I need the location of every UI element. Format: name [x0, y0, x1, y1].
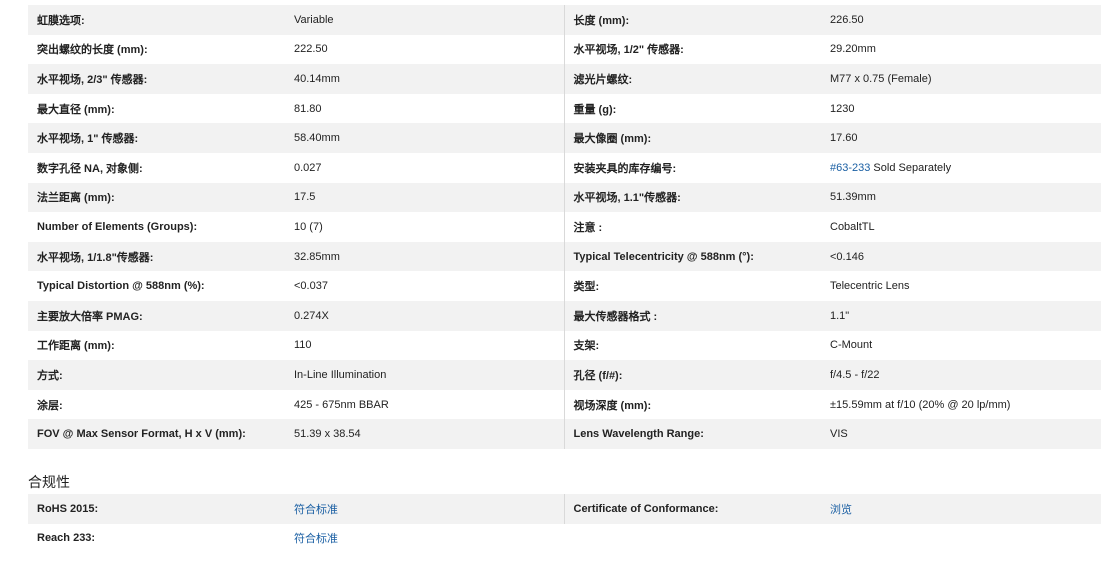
spec-value: <0.146	[830, 241, 1101, 272]
spec-value: In-Line Illumination	[294, 360, 564, 390]
spec-row: 方式: In-Line Illumination 孔径 (f/#): f/4.5 - …	[28, 360, 1101, 390]
spec-label: 涂层:	[28, 389, 294, 420]
spec-label: Typical Telecentricity @ 588nm (°):	[563, 241, 830, 272]
spec-label: 孔径 (f/#):	[563, 360, 830, 390]
spec-value: Telecentric Lens	[830, 271, 1101, 301]
compliance-label: Certificate of Conformance:	[563, 494, 830, 524]
compliance-link[interactable]: 符合标准	[294, 533, 338, 545]
specs-table-container: 虹膜选项: Variable 长度 (mm): 226.50 突出螺纹的长度 (mm):…	[28, 5, 1101, 449]
spec-value: 81.80	[294, 93, 564, 124]
spec-row: 工作距离 (mm): 110 支架: C-Mount	[28, 330, 1101, 361]
spec-label: 水平视场, 1.1"传感器:	[563, 182, 830, 213]
spec-label: 重量 (g):	[563, 93, 830, 124]
spec-label: 水平视场, 1" 传感器:	[28, 123, 294, 153]
spec-label: 支架:	[563, 330, 830, 361]
spec-value: 51.39mm	[830, 182, 1101, 213]
spec-label: 类型:	[563, 271, 830, 301]
compliance-table-container: RoHS 2015: 符合标准 Certificate of Conformance…	[28, 494, 1101, 553]
spec-label: 最大像圈 (mm):	[563, 123, 830, 153]
spec-label: 长度 (mm):	[563, 5, 830, 35]
spec-value: 32.85mm	[294, 241, 564, 272]
spec-label: 虹膜选项:	[28, 5, 294, 35]
spec-value: 222.50	[294, 34, 564, 65]
specs-table: 虹膜选项: Variable 长度 (mm): 226.50 突出螺纹的长度 (mm):…	[28, 5, 1101, 449]
spec-value: 29.20mm	[830, 34, 1101, 65]
spec-label: 数字孔径 NA, 对象侧:	[28, 152, 294, 183]
spec-value: 40.14mm	[294, 64, 564, 94]
spec-label: 水平视场, 1/2" 传感器:	[563, 34, 830, 65]
spec-value: ±15.59mm at f/10 (20% @ 20 lp/mm)	[830, 389, 1101, 420]
spec-value: 10 (7)	[294, 212, 564, 242]
spec-value: 226.50	[830, 5, 1101, 35]
spec-label: 最大传感器格式 :	[563, 300, 830, 331]
spec-row: 涂层: 425 - 675nm BBAR 视场深度 (mm): ±15.59mm at…	[28, 389, 1101, 420]
spec-value: 110	[294, 330, 564, 361]
spec-row: Typical Distortion @ 588nm (%): <0.037 类型:…	[28, 271, 1101, 301]
compliance-value: 浏览	[830, 494, 1101, 524]
spec-row: 最大直径 (mm): 81.80 重量 (g): 1230	[28, 93, 1101, 124]
spec-value: #63-233 Sold Separately	[830, 152, 1101, 183]
spec-row: 水平视场, 1" 传感器: 58.40mm 最大像圈 (mm): 17.60	[28, 123, 1101, 153]
spec-row: Number of Elements (Groups): 10 (7) 注意 : Co…	[28, 212, 1101, 242]
spec-value: 425 - 675nm BBAR	[294, 389, 564, 420]
spec-value: Variable	[294, 5, 564, 35]
spec-value: 0.027	[294, 152, 564, 183]
spec-row: 突出螺纹的长度 (mm): 222.50 水平视场, 1/2" 传感器: 29.20m…	[28, 34, 1101, 65]
spec-value: 17.5	[294, 182, 564, 213]
spec-row: 水平视场, 2/3" 传感器: 40.14mm 滤光片螺纹: M77 x 0.75 (…	[28, 64, 1101, 94]
spec-value: M77 x 0.75 (Female)	[830, 64, 1101, 94]
spec-label: 最大直径 (mm):	[28, 93, 294, 124]
spec-row: 法兰距离 (mm): 17.5 水平视场, 1.1"传感器: 51.39mm	[28, 182, 1101, 213]
spec-label: Lens Wavelength Range:	[563, 419, 830, 449]
view-certificate-link[interactable]: 浏览	[830, 504, 852, 516]
spec-label: 安装夹具的库存编号:	[563, 152, 830, 183]
compliance-value: 符合标准	[294, 523, 564, 553]
spec-label: 方式:	[28, 360, 294, 390]
spec-value: 1.1"	[830, 300, 1101, 331]
spec-value: C-Mount	[830, 330, 1101, 361]
spec-row: 虹膜选项: Variable 长度 (mm): 226.50	[28, 5, 1101, 35]
spec-label: 视场深度 (mm):	[563, 389, 830, 420]
spec-label: 水平视场, 1/1.8"传感器:	[28, 241, 294, 272]
spec-label: 注意 :	[563, 212, 830, 242]
compliance-section-title: 合规性	[28, 474, 70, 490]
empty-cell	[830, 523, 1101, 553]
spec-row: 主要放大倍率 PMAG: 0.274X 最大传感器格式 :1.1"	[28, 300, 1101, 331]
mounting-clamp-link[interactable]: #63-233	[830, 162, 870, 174]
spec-row: 数字孔径 NA, 对象侧: 0.027 安装夹具的库存编号: #63-233 Sold…	[28, 152, 1101, 183]
spec-row: FOV @ Max Sensor Format, H x V (mm): 51.3…	[28, 419, 1101, 449]
spec-label: 主要放大倍率 PMAG:	[28, 300, 294, 331]
empty-cell	[564, 523, 830, 553]
compliance-row: Reach 233: 符合标准	[28, 523, 1101, 553]
compliance-label: Reach 233:	[28, 523, 294, 553]
spec-value: 51.39 x 38.54	[294, 419, 564, 449]
spec-row: 水平视场, 1/1.8"传感器: 32.85mm Typical Telecentr…	[28, 241, 1101, 272]
compliance-label: RoHS 2015:	[28, 494, 294, 524]
spec-label: 法兰距离 (mm):	[28, 182, 294, 213]
spec-label: 工作距离 (mm):	[28, 330, 294, 361]
spec-value: f/4.5 - f/22	[830, 360, 1101, 390]
spec-label: Number of Elements (Groups):	[28, 212, 294, 242]
spec-label: FOV @ Max Sensor Format, H x V (mm):	[28, 419, 294, 449]
spec-value: VIS	[830, 419, 1101, 449]
compliance-link[interactable]: 符合标准	[294, 504, 338, 516]
spec-label: 水平视场, 2/3" 传感器:	[28, 64, 294, 94]
compliance-row: RoHS 2015: 符合标准 Certificate of Conformance…	[28, 494, 1101, 524]
spec-label: 突出螺纹的长度 (mm):	[28, 34, 294, 65]
spec-label: Typical Distortion @ 588nm (%):	[28, 271, 294, 301]
spec-value: 1230	[830, 93, 1101, 124]
spec-label: 滤光片螺纹:	[563, 64, 830, 94]
spec-value: 0.274X	[294, 300, 564, 331]
sold-separately-text: Sold Separately	[870, 161, 952, 174]
compliance-table: RoHS 2015: 符合标准 Certificate of Conformance…	[28, 494, 1101, 553]
spec-value: 17.60	[830, 123, 1101, 153]
spec-value: CobaltTL	[830, 212, 1101, 242]
spec-value: <0.037	[294, 271, 564, 301]
compliance-value: 符合标准	[294, 494, 564, 524]
spec-value: 58.40mm	[294, 123, 564, 153]
